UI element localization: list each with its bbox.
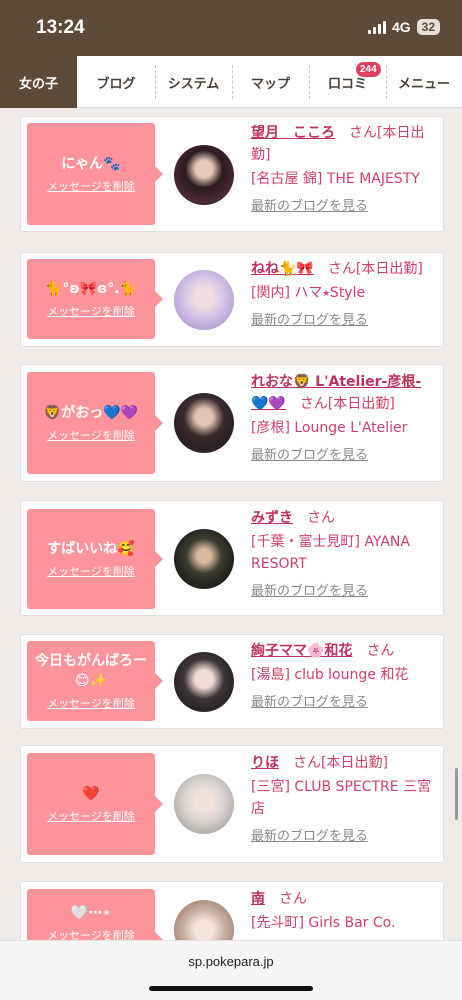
- delete-message-link[interactable]: メッセージを削除: [47, 178, 135, 194]
- shop-name: [関内] ハマ⭑Style: [251, 285, 366, 301]
- message-text: 🤍⋯⋆: [70, 905, 112, 921]
- cast-name-link[interactable]: みずき: [251, 510, 293, 526]
- scrollbar[interactable]: [455, 768, 458, 820]
- honorific: さん: [366, 643, 395, 659]
- avatar[interactable]: [174, 774, 234, 834]
- shop-name: [湯島] club lounge 和花: [251, 667, 409, 683]
- message-text: ❤️: [82, 786, 100, 802]
- tab-blog[interactable]: ブログ: [77, 56, 155, 108]
- message-bubble: 今日もがんばろー😊✨ メッセージを削除: [27, 641, 163, 721]
- message-text: 🦁がおっ💙💜: [43, 405, 139, 421]
- nav-bar: 女の子 ブログ システム マップ 口コミ 244 メニュー: [0, 56, 462, 108]
- status-text: [本日出勤]: [321, 755, 388, 771]
- message-bubble: すばいいね🥰 メッセージを削除: [27, 509, 163, 609]
- message-text: 🐈°ʚ🎀ɞ°.🐈: [44, 281, 138, 297]
- reviews-count-badge: 244: [356, 62, 381, 77]
- delete-message-link[interactable]: メッセージを削除: [47, 427, 135, 443]
- list-item: 今日もがんばろー😊✨ メッセージを削除 絢子ママ🌸和花 さん [湯島] club…: [20, 634, 444, 729]
- cast-name-link[interactable]: りほ: [251, 755, 279, 771]
- tab-girls[interactable]: 女の子: [0, 56, 77, 108]
- card-info: みずき さん [千葉・富士見町] AYANA RESORT 最新のブログを見る: [251, 507, 437, 603]
- message-bubble: にゃん🐾 メッセージを削除: [27, 123, 163, 225]
- tab-system[interactable]: システム: [155, 56, 232, 108]
- message-bubble: ❤️ メッセージを削除: [27, 753, 163, 855]
- honorific: さん: [279, 891, 307, 907]
- network-type: 4G: [391, 19, 411, 35]
- avatar[interactable]: [174, 529, 234, 589]
- latest-blog-link[interactable]: 最新のブログを見る: [251, 310, 368, 332]
- honorific: さん: [327, 261, 356, 277]
- list-item: 🦁がおっ💙💜 メッセージを削除 れおな🦁 L'Atelier-彦根-💙💜 さん[…: [20, 364, 444, 482]
- message-list: にゃん🐾 メッセージを削除 望月 こころ さん[本日出勤] [名古屋 錦] TH…: [0, 109, 462, 940]
- card-info: 望月 こころ さん[本日出勤] [名古屋 錦] THE MAJESTY 最新のブ…: [251, 122, 437, 218]
- avatar[interactable]: [174, 145, 234, 205]
- delete-message-link[interactable]: メッセージを削除: [47, 563, 135, 579]
- home-indicator[interactable]: [149, 986, 313, 991]
- cast-name-link[interactable]: 南: [251, 891, 265, 907]
- latest-blog-link[interactable]: 最新のブログを見る: [251, 826, 368, 848]
- honorific: さん: [299, 396, 328, 412]
- list-item: ❤️ メッセージを削除 りほ さん[本日出勤] [三宮] CLUB SPECTR…: [20, 745, 444, 863]
- card-info: 南 さん [先斗町] Girls Bar Co.: [251, 888, 437, 934]
- card-info: れおな🦁 L'Atelier-彦根-💙💜 さん[本日出勤] [彦根] Loung…: [251, 371, 437, 467]
- avatar[interactable]: [174, 652, 234, 712]
- card-info: りほ さん[本日出勤] [三宮] CLUB SPECTRE 三宮店 最新のブログ…: [251, 752, 437, 848]
- shop-name: [名古屋 錦] THE MAJESTY: [251, 171, 420, 187]
- avatar[interactable]: [174, 393, 234, 453]
- browser-url-bar[interactable]: sp.pokepara.jp: [0, 940, 462, 1000]
- delete-message-link[interactable]: メッセージを削除: [47, 927, 135, 940]
- avatar[interactable]: [174, 900, 234, 940]
- cast-name-link[interactable]: 絢子ママ🌸和花: [251, 643, 352, 659]
- cast-name-link[interactable]: 望月 こころ: [251, 125, 335, 141]
- list-item: すばいいね🥰 メッセージを削除 みずき さん [千葉・富士見町] AYANA R…: [20, 500, 444, 616]
- delete-message-link[interactable]: メッセージを削除: [47, 808, 135, 824]
- shop-name: [彦根] Lounge L'Atelier: [251, 420, 408, 436]
- battery-icon: 32: [416, 19, 440, 35]
- latest-blog-link[interactable]: 最新のブログを見る: [251, 445, 368, 467]
- honorific: さん: [293, 755, 321, 771]
- message-bubble: 🦁がおっ💙💜 メッセージを削除: [27, 372, 163, 474]
- latest-blog-link[interactable]: 最新のブログを見る: [251, 692, 368, 714]
- card-info: 絢子ママ🌸和花 さん [湯島] club lounge 和花 最新のブログを見る: [251, 640, 437, 714]
- avatar[interactable]: [174, 270, 234, 330]
- message-text: にゃん🐾: [61, 156, 121, 172]
- delete-message-link[interactable]: メッセージを削除: [47, 303, 135, 319]
- list-item: 🐈°ʚ🎀ɞ°.🐈 メッセージを削除 ねね🐈🎀 さん[本日出勤] [関内] ハマ⭑…: [20, 252, 444, 347]
- message-bubble: 🐈°ʚ🎀ɞ°.🐈 メッセージを削除: [27, 259, 163, 339]
- tab-map[interactable]: マップ: [232, 56, 309, 108]
- latest-blog-link[interactable]: 最新のブログを見る: [251, 581, 368, 603]
- shop-name: [千葉・富士見町] AYANA RESORT: [251, 534, 410, 572]
- list-item: 🤍⋯⋆ メッセージを削除 南 さん [先斗町] Girls Bar Co.: [20, 881, 444, 940]
- status-time: 13:24: [36, 17, 85, 38]
- shop-name: [先斗町] Girls Bar Co.: [251, 915, 396, 931]
- card-info: ねね🐈🎀 さん[本日出勤] [関内] ハマ⭑Style 最新のブログを見る: [251, 258, 437, 332]
- shop-name: [三宮] CLUB SPECTRE 三宮店: [251, 779, 432, 817]
- honorific: さん: [349, 125, 377, 141]
- delete-message-link[interactable]: メッセージを削除: [47, 695, 135, 711]
- message-bubble: 🤍⋯⋆ メッセージを削除: [27, 889, 163, 940]
- status-icons: 4G 32: [367, 19, 440, 35]
- message-text: すばいいね🥰: [47, 541, 135, 557]
- signal-icon: [367, 20, 386, 34]
- status-bar: 13:24 4G 32: [0, 0, 462, 56]
- list-item: にゃん🐾 メッセージを削除 望月 こころ さん[本日出勤] [名古屋 錦] TH…: [20, 116, 444, 232]
- message-text: 今日もがんばろー😊✨: [35, 653, 147, 689]
- url-text: sp.pokepara.jp: [188, 954, 274, 969]
- status-text: [本日出勤]: [327, 396, 395, 412]
- cast-name-link[interactable]: ねね🐈🎀: [251, 261, 314, 277]
- honorific: さん: [307, 510, 335, 526]
- latest-blog-link[interactable]: 最新のブログを見る: [251, 196, 368, 218]
- status-text: [本日出勤]: [355, 261, 423, 277]
- tab-menu[interactable]: メニュー: [386, 56, 462, 108]
